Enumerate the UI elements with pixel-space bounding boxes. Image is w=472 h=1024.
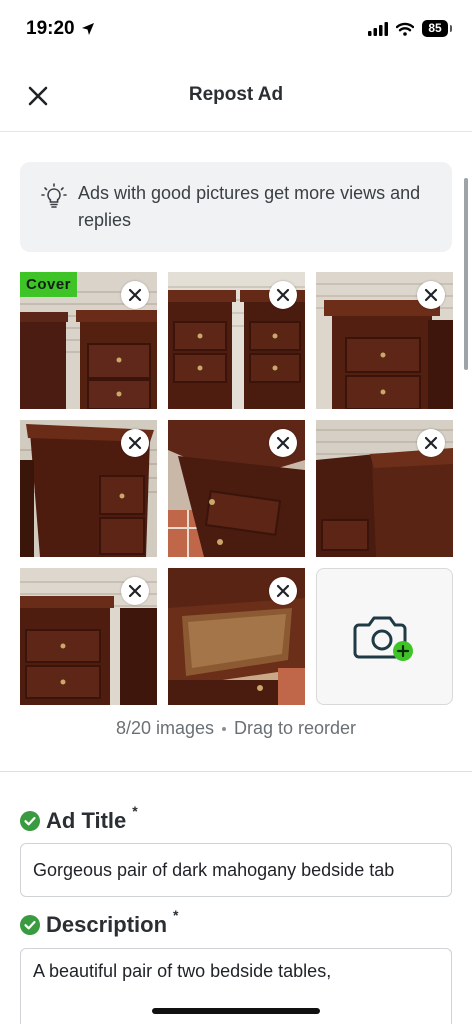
photo-tile[interactable] [316,272,453,409]
drag-hint: Drag to reorder [234,718,357,738]
description-label: Description * [20,907,178,938]
close-icon [276,584,290,598]
ad-title-label-text: Ad Title [46,808,127,833]
status-time-text: 19:20 [26,18,75,39]
remove-photo-button[interactable] [417,429,445,457]
add-photo-button[interactable] [316,568,453,705]
remove-photo-button[interactable] [269,281,297,309]
images-info: 8/20 images Drag to reorder [0,718,472,739]
home-indicator [152,1008,320,1014]
photo-tile[interactable] [168,420,305,557]
separator-dot [222,727,226,732]
remove-photo-button[interactable] [121,429,149,457]
photo-tip-banner: Ads with good pictures get more views an… [20,162,452,252]
status-time: 19:20 [26,18,95,40]
remove-photo-button[interactable] [121,577,149,605]
ad-title-value: Gorgeous pair of dark mahogany bedside t… [33,859,395,880]
wifi-icon [396,22,414,36]
images-count: 8/20 images [115,718,214,738]
close-icon [276,436,290,450]
remove-photo-button[interactable] [269,577,297,605]
page-title: Repost Ad [188,84,284,105]
remove-photo-button[interactable] [121,281,149,309]
photo-tile[interactable]: Cover [20,272,157,409]
close-icon [128,436,142,450]
close-icon [128,288,142,302]
required-asterisk: * [132,803,138,819]
navigation-arrow-icon [81,23,94,35]
photo-tile[interactable] [168,272,305,409]
photo-tile[interactable] [168,568,305,705]
scrollbar[interactable] [464,178,468,370]
required-asterisk: * [173,907,179,923]
ad-title-label: Ad Title * [20,803,138,834]
section-divider [0,771,472,772]
status-icons: 85 [368,20,452,37]
ad-title-input[interactable]: Gorgeous pair of dark mahogany bedside t… [20,843,452,897]
close-icon [128,584,142,598]
header: Repost Ad [0,60,472,132]
remove-photo-button[interactable] [269,429,297,457]
lightbulb-icon [41,183,67,208]
status-bar: 19:20 85 [0,0,472,60]
check-circle-icon [20,811,40,831]
close-icon [276,288,290,302]
close-icon [424,288,438,302]
photo-tile[interactable] [316,420,453,557]
description-value: A beautiful pair of two bedside tables, [33,961,332,981]
description-label-text: Description [46,912,168,937]
battery-indicator: 85 [422,20,452,37]
tip-text: Ads with good pictures get more views an… [78,183,421,230]
close-icon [424,436,438,450]
signal-icon [368,21,388,36]
check-circle-icon [20,915,40,935]
photo-tile[interactable] [20,420,157,557]
remove-photo-button[interactable] [417,281,445,309]
photo-tile[interactable] [20,568,157,705]
cover-badge: Cover [20,272,78,297]
camera-add-icon [353,616,413,661]
